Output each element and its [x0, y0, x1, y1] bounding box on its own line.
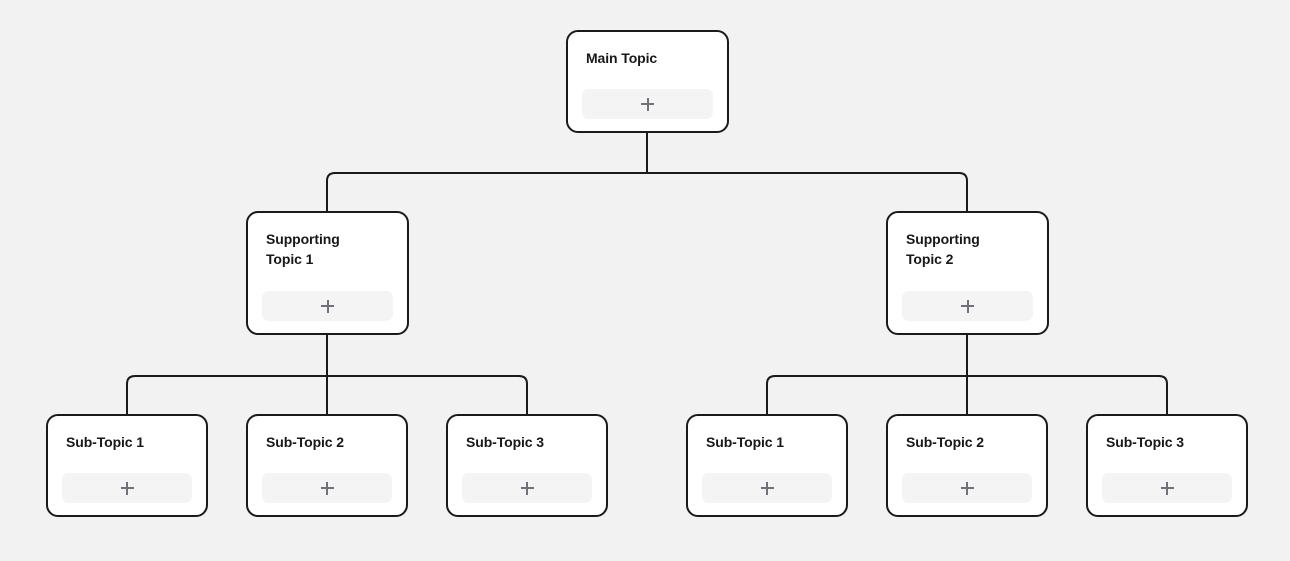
connector-path-4 [766, 375, 1168, 414]
node-title: Sub-Topic 1 [66, 434, 144, 450]
node-title: Sub-Topic 1 [706, 434, 784, 450]
plus-icon [1160, 481, 1174, 495]
node-right-sub-topic-3[interactable]: Sub-Topic 3 [1086, 414, 1248, 517]
node-title: Main Topic [586, 50, 658, 66]
node-left-sub-topic-1[interactable]: Sub-Topic 1 [46, 414, 208, 517]
node-main-topic[interactable]: Main Topic [566, 30, 729, 133]
add-child-button[interactable] [1102, 473, 1232, 503]
plus-icon [960, 481, 974, 495]
add-child-button[interactable] [902, 291, 1033, 321]
add-child-button[interactable] [262, 473, 392, 503]
plus-icon [120, 481, 134, 495]
plus-icon [321, 299, 334, 313]
node-title: Supporting Topic 1 [266, 231, 340, 267]
add-child-button[interactable] [62, 473, 192, 503]
add-child-button[interactable] [262, 291, 393, 321]
node-left-sub-topic-3[interactable]: Sub-Topic 3 [446, 414, 608, 517]
plus-icon [320, 481, 334, 495]
add-child-button[interactable] [462, 473, 592, 503]
connector-path-1 [326, 172, 968, 211]
node-supporting-topic-1[interactable]: Supporting Topic 1 [246, 211, 409, 335]
plus-icon [520, 481, 534, 495]
node-left-sub-topic-2[interactable]: Sub-Topic 2 [246, 414, 408, 517]
node-title: Sub-Topic 2 [266, 434, 344, 450]
node-right-sub-topic-2[interactable]: Sub-Topic 2 [886, 414, 1048, 517]
add-child-button[interactable] [582, 89, 713, 119]
plus-icon [641, 97, 654, 111]
node-title: Sub-Topic 3 [466, 434, 544, 450]
mindmap-canvas: Main Topic Supporting Topic 1 Supporting… [0, 0, 1290, 561]
node-right-sub-topic-1[interactable]: Sub-Topic 1 [686, 414, 848, 517]
node-supporting-topic-2[interactable]: Supporting Topic 2 [886, 211, 1049, 335]
connector-path-2 [126, 375, 528, 414]
plus-icon [961, 299, 974, 313]
add-child-button[interactable] [902, 473, 1032, 503]
add-child-button[interactable] [702, 473, 832, 503]
node-title: Sub-Topic 2 [906, 434, 984, 450]
plus-icon [760, 481, 774, 495]
node-title: Supporting Topic 2 [906, 231, 980, 267]
node-title: Sub-Topic 3 [1106, 434, 1184, 450]
